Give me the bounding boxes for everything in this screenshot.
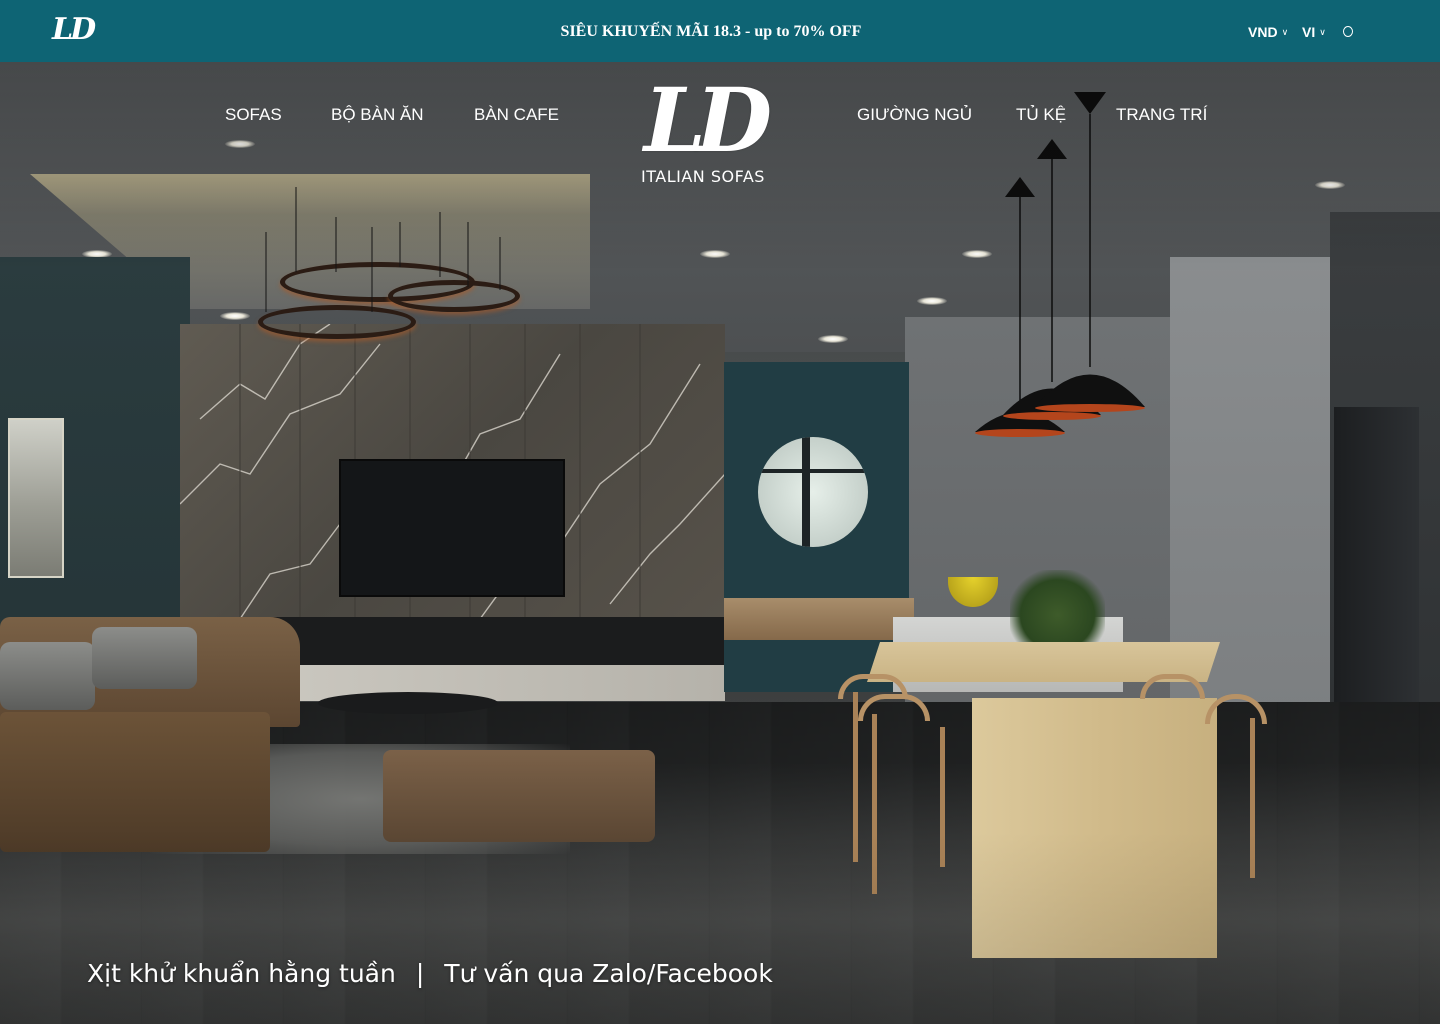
- chevron-down-icon: ∨: [1281, 27, 1289, 37]
- promo-banner-text[interactable]: SIÊU KHUYẾN MÃI 18.3 - up to 70% OFF: [0, 22, 1440, 42]
- feature-separator: |: [415, 959, 425, 988]
- currency-value: VND: [1248, 24, 1278, 40]
- promo-top-bar: LD SIÊU KHUYẾN MÃI 18.3 - up to 70% OFF …: [0, 0, 1440, 62]
- chevron-down-icon: ∨: [1319, 27, 1326, 37]
- scene-vignette: [0, 62, 1440, 1024]
- feature-disinfection: Xịt khử khuẩn hằng tuần: [87, 959, 396, 988]
- nav-item-beds[interactable]: GIƯỜNG NGỦ: [857, 104, 972, 126]
- search-icon[interactable]: [1343, 26, 1353, 37]
- currency-selector[interactable]: VND ∨: [1248, 22, 1288, 42]
- hero-features: Xịt khử khuẩn hằng tuần | Tư vấn qua Zalo/…: [87, 958, 773, 990]
- feature-consultation: Tư vấn qua Zalo/Facebook: [444, 959, 773, 988]
- brand-logo-mark: LD: [643, 68, 772, 172]
- nav-item-decor[interactable]: TRANG TRÍ: [1116, 104, 1207, 126]
- hero-banner-image: [0, 62, 1440, 1024]
- language-selector[interactable]: VI ∨: [1302, 22, 1326, 42]
- nav-item-dining-sets[interactable]: BỘ BÀN ĂN: [331, 104, 424, 126]
- nav-item-cabinets[interactable]: TỦ KỆ: [1016, 104, 1066, 126]
- language-value: VI: [1302, 24, 1316, 40]
- nav-item-sofas[interactable]: SOFAS: [225, 104, 282, 126]
- brand-logo[interactable]: LD ITALIAN SOFAS: [628, 74, 778, 194]
- brand-tagline: ITALIAN SOFAS: [641, 167, 765, 186]
- nav-item-coffee-tables[interactable]: BÀN CAFE: [474, 104, 559, 126]
